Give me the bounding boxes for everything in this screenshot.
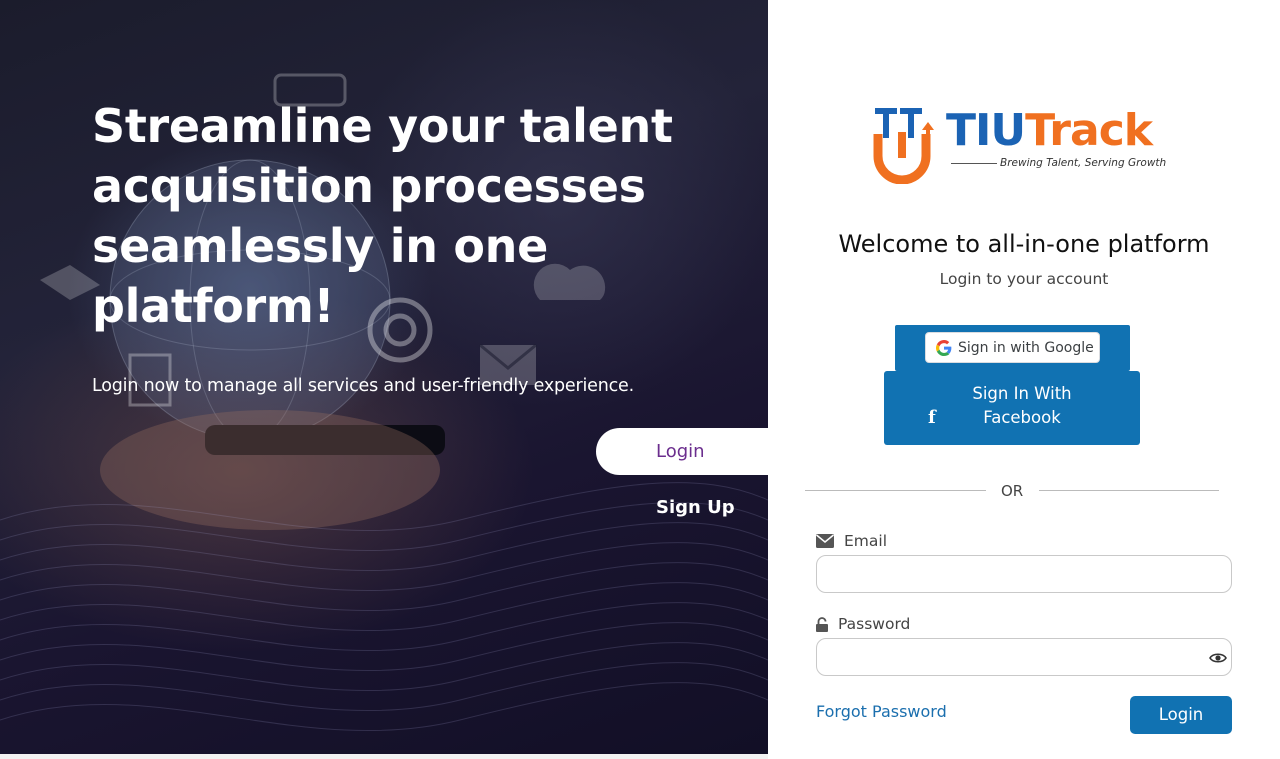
tab-login[interactable]: Login bbox=[596, 428, 768, 475]
login-button[interactable]: Login bbox=[1130, 696, 1232, 734]
facebook-icon: f bbox=[928, 407, 936, 428]
google-g-icon bbox=[936, 339, 952, 356]
login-subtitle: Login to your account bbox=[939, 270, 1109, 288]
google-signin-label: Sign in with Google bbox=[958, 339, 1094, 356]
forgot-password-link[interactable]: Forgot Password bbox=[816, 702, 947, 721]
facebook-signin-label: Sign In With Facebook bbox=[972, 384, 1072, 427]
hero-banner: Streamline your talent acquisition proce… bbox=[0, 0, 768, 754]
welcome-heading: Welcome to all-in-one platform bbox=[838, 230, 1210, 258]
bottom-strip bbox=[0, 754, 768, 759]
google-signin-container: Sign in with Google bbox=[895, 325, 1130, 371]
envelope-icon bbox=[816, 534, 834, 548]
facebook-signin-button[interactable]: f Sign In With Facebook bbox=[884, 371, 1140, 445]
email-field[interactable] bbox=[816, 555, 1232, 593]
brand-name: TIUTrack bbox=[946, 104, 1153, 158]
password-field[interactable] bbox=[816, 638, 1232, 676]
email-label: Email bbox=[816, 532, 887, 550]
divider-left bbox=[805, 490, 986, 491]
or-separator: OR bbox=[1001, 482, 1024, 500]
password-label-text: Password bbox=[838, 615, 911, 633]
tagline-divider bbox=[951, 163, 997, 164]
brand-tagline: Brewing Talent, Serving Growth bbox=[1000, 157, 1167, 169]
google-signin-button[interactable]: Sign in with Google bbox=[925, 332, 1100, 363]
hero-title: Streamline your talent acquisition proce… bbox=[92, 99, 673, 333]
brand-name-part2: Track bbox=[1025, 105, 1153, 156]
password-label: Password bbox=[816, 615, 910, 633]
hero-subtitle: Login now to manage all services and use… bbox=[92, 376, 634, 396]
eye-icon[interactable] bbox=[1209, 650, 1227, 666]
divider-right bbox=[1039, 490, 1219, 491]
email-label-text: Email bbox=[844, 532, 888, 550]
lock-icon bbox=[816, 616, 828, 632]
brand-name-part1: TIU bbox=[946, 105, 1026, 156]
tab-signup[interactable]: Sign Up bbox=[656, 497, 735, 518]
